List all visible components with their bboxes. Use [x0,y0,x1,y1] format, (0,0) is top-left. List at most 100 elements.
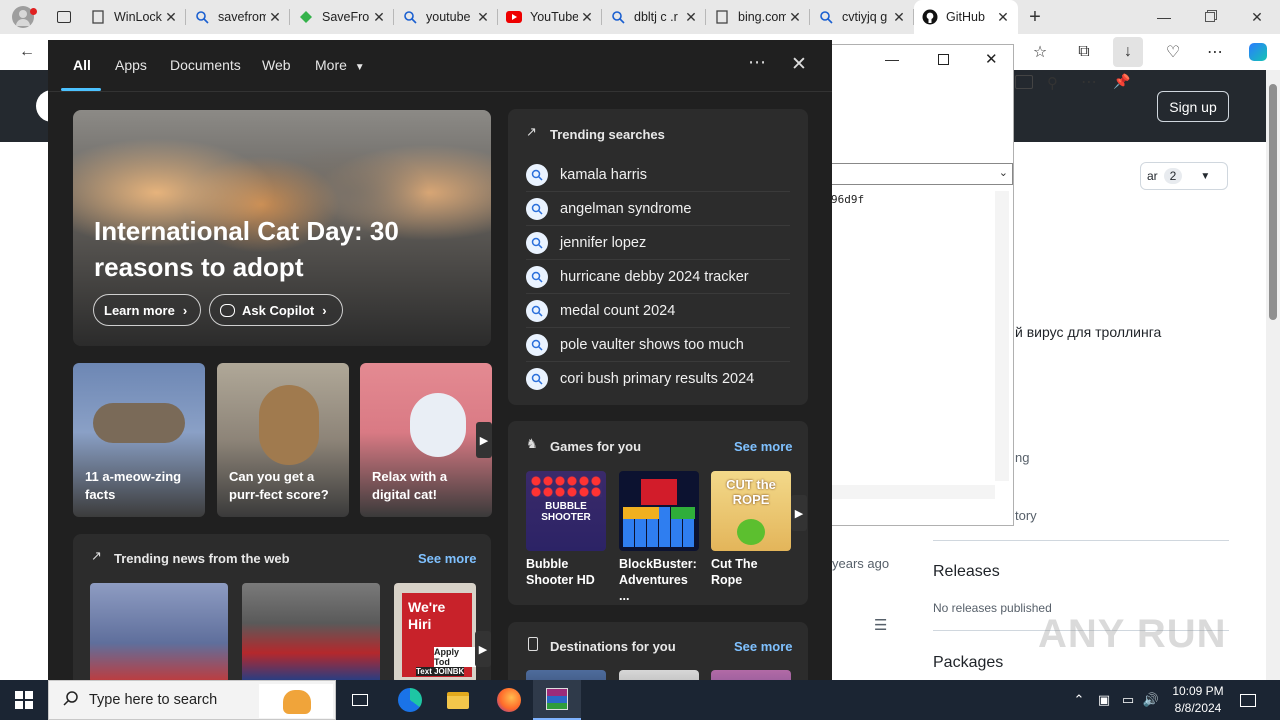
releases-heading[interactable]: Releases [933,563,1000,581]
destination-thumbnail[interactable] [619,670,699,680]
news-thumbnail[interactable] [90,583,228,680]
destination-thumbnail[interactable] [526,670,606,680]
tab-more[interactable]: More ▼ [315,57,365,73]
chevron-down-icon[interactable]: ▼ [1200,171,1210,182]
close-window-button[interactable]: ✕ [985,50,998,68]
tab-close-icon[interactable]: ✕ [162,9,180,26]
tab-documents[interactable]: Documents [170,57,241,73]
tab-apps[interactable]: Apps [115,57,147,73]
downloads-icon[interactable]: ↓ [1113,37,1143,67]
tab-close-icon[interactable]: ✕ [370,9,388,26]
tab-close-icon[interactable]: ✕ [994,9,1012,26]
clock[interactable]: 10:09 PM 8/8/2024 [1163,683,1233,717]
edge-icon[interactable] [386,680,434,720]
packages-heading[interactable]: Packages [933,654,1003,672]
trending-search-item[interactable]: jennifer lopez [526,226,790,260]
browser-tab[interactable]: savefrom ✕ [186,0,290,34]
trending-news-see-more[interactable]: See more [418,551,477,566]
browser-tab[interactable]: dbltj c .r ✕ [602,0,706,34]
tab-web[interactable]: Web [262,57,291,73]
trending-search-item[interactable]: medal count 2024 [526,294,790,328]
pin-icon[interactable]: 📌 [1113,73,1130,90]
learn-more-button[interactable]: Learn more › [93,294,201,326]
next-arrow-button[interactable]: ▶ [791,495,807,531]
back-button[interactable]: ← [12,37,42,67]
destination-thumbnail[interactable] [711,670,791,680]
trending-search-item[interactable]: angelman syndrome [526,192,790,226]
list-icon[interactable]: ☰ [874,616,887,634]
trending-search-item[interactable]: cori bush primary results 2024 [526,362,790,396]
trending-search-item[interactable]: hurricane debby 2024 tracker [526,260,790,294]
firefox-icon[interactable] [485,680,533,720]
trending-search-item[interactable]: kamala harris [526,158,790,192]
tab-close-icon[interactable]: ✕ [266,9,284,26]
browser-tab[interactable]: WinLocker ✕ [82,0,186,34]
copilot-icon[interactable] [1243,37,1273,67]
new-tab-button[interactable]: + [1018,6,1052,29]
folder-icon[interactable] [1015,75,1033,89]
game-item[interactable]: BlockBuster: Adventures ... [619,471,699,604]
divider [933,540,1229,541]
maximize-button[interactable] [938,54,949,65]
ask-copilot-button[interactable]: Ask Copilot › [209,294,343,326]
winrar-icon[interactable] [533,680,581,720]
volume-icon[interactable]: 🔊 [1140,680,1162,720]
tab-close-icon[interactable]: ✕ [786,9,804,26]
destinations-see-more[interactable]: See more [734,639,793,654]
taskbar-search-box[interactable]: Type here to search [48,680,336,720]
device-icon[interactable]: ▣ [1093,680,1115,720]
news-thumbnail[interactable]: We're Hiri Apply Tod Text JOINBK [394,583,476,680]
minimize-button[interactable]: — [885,51,899,67]
chevron-down-icon[interactable]: ⌄ [999,166,1008,179]
settings-more-icon[interactable]: ⋯ [1200,37,1230,67]
favorites-icon[interactable]: ☆ [1025,37,1055,67]
show-hidden-icons-button[interactable]: ⌃ [1068,680,1090,720]
tab-close-icon[interactable]: ✕ [890,9,908,26]
trending-search-item[interactable]: pole vaulter shows too much [526,328,790,362]
star-button[interactable]: ar 2 ▼ [1140,162,1228,190]
hero-title[interactable]: International Cat Day: 30 reasons to ado… [94,213,474,285]
more-options-icon[interactable]: ⋯ [748,52,766,73]
restore-button[interactable] [1187,0,1233,34]
browser-tab[interactable]: bing.com ✕ [706,0,810,34]
next-arrow-button[interactable]: ▶ [476,422,492,458]
news-tile[interactable]: Relax with a digital cat! [360,363,492,517]
minimize-button[interactable]: — [1141,0,1187,34]
network-icon[interactable]: ▭ [1117,680,1139,720]
browser-tab[interactable]: SaveFrom ✕ [290,0,394,34]
news-tile[interactable]: 11 a-meow-zing facts [73,363,205,517]
next-arrow-button[interactable]: ▶ [475,631,491,667]
collections-icon[interactable]: ⧉ [1069,37,1099,67]
tab-close-icon[interactable]: ✕ [474,9,492,26]
news-thumbnail[interactable] [242,583,380,680]
page-scrollbar[interactable] [1266,70,1280,680]
search-icon[interactable]: ⚲ [1047,74,1058,92]
game-item[interactable]: CUT the ROPE Cut The Rope [711,471,791,588]
hero-card[interactable]: International Cat Day: 30 reasons to ado… [73,110,491,346]
games-see-more[interactable]: See more [734,439,793,454]
start-button[interactable] [0,680,48,720]
tab-all[interactable]: All [73,57,91,73]
tab-actions-icon[interactable] [46,0,82,34]
more-icon[interactable]: ⋯ [1081,72,1097,92]
browser-tab[interactable]: cvtiyjq g ✕ [810,0,914,34]
file-explorer-icon[interactable] [434,680,482,720]
news-tile[interactable]: Can you get a purr-fect score? [217,363,349,517]
game-item[interactable]: BUBBLE SHOOTER Bubble Shooter HD [526,471,606,588]
profile-avatar-icon[interactable] [0,0,46,34]
sign-up-button[interactable]: Sign up [1157,91,1229,122]
tab-close-icon[interactable]: ✕ [578,9,596,26]
close-window-button[interactable]: ✕ [1234,0,1280,34]
browser-tab[interactable]: YouTube ✕ [498,0,602,34]
browser-essentials-icon[interactable]: ♡ [1158,37,1188,67]
task-view-icon[interactable] [336,680,384,720]
address-combo[interactable]: ⌄ [801,163,1013,185]
notifications-icon[interactable] [1236,680,1260,720]
scrollbar[interactable] [831,485,995,499]
tab-close-icon[interactable]: ✕ [682,9,700,26]
browser-tab[interactable]: youtube ✕ [394,0,498,34]
close-icon[interactable]: ✕ [791,53,807,76]
browser-tab-active[interactable]: GitHub ✕ [914,0,1018,34]
scrollbar[interactable] [995,191,1009,481]
destinations-title: Destinations for you [550,639,676,654]
